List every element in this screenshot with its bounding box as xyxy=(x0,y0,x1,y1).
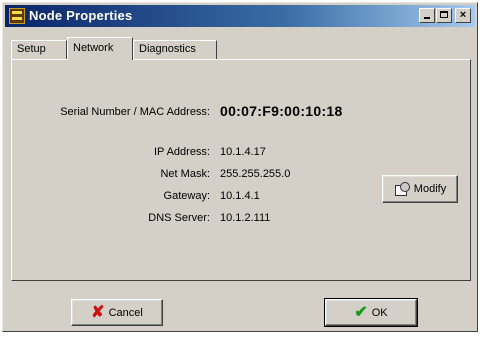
close-button[interactable]: × xyxy=(455,8,471,23)
cancel-button[interactable]: ✘ Cancel xyxy=(71,299,163,326)
modify-icon xyxy=(394,182,410,196)
modify-button[interactable]: Modify xyxy=(382,175,458,203)
ip-address-label: IP Address: xyxy=(153,146,210,158)
checkmark-icon: ✔ xyxy=(354,303,368,321)
ok-button-label: OK xyxy=(371,306,388,319)
gateway-value: 10.1.4.1 xyxy=(220,190,260,202)
window-title: Node Properties xyxy=(29,8,133,23)
tab-network[interactable]: Network xyxy=(67,37,133,60)
mac-address-value: 00:07:F9:00:10:18 xyxy=(220,103,343,119)
dns-server-label: DNS Server: xyxy=(148,212,210,224)
mac-address-label: Serial Number / MAC Address: xyxy=(60,106,210,118)
ip-address-value: 10.1.4.17 xyxy=(220,146,266,158)
dns-server-value: 10.1.2.111 xyxy=(220,212,271,224)
tab-diagnostics[interactable]: Diagnostics xyxy=(133,40,217,59)
modify-button-label: Modify xyxy=(413,183,447,195)
gateway-label: Gateway: xyxy=(163,190,210,202)
net-mask-label: Net Mask: xyxy=(160,168,210,180)
network-panel: Serial Number / MAC Address: 00:07:F9:00… xyxy=(11,59,471,281)
ok-button[interactable]: ✔ OK xyxy=(324,298,418,327)
maximize-button[interactable] xyxy=(436,8,452,23)
tab-setup[interactable]: Setup xyxy=(11,40,67,59)
minimize-button[interactable] xyxy=(419,8,435,23)
dmx-node-icon xyxy=(9,8,25,24)
node-properties-dialog: Node Properties × Setup Network Diagnost… xyxy=(2,2,478,332)
title-bar[interactable]: Node Properties × xyxy=(5,5,475,27)
cancel-button-label: Cancel xyxy=(108,306,143,319)
net-mask-value: 255.255.255.0 xyxy=(220,168,291,180)
x-icon: ✘ xyxy=(91,303,105,321)
